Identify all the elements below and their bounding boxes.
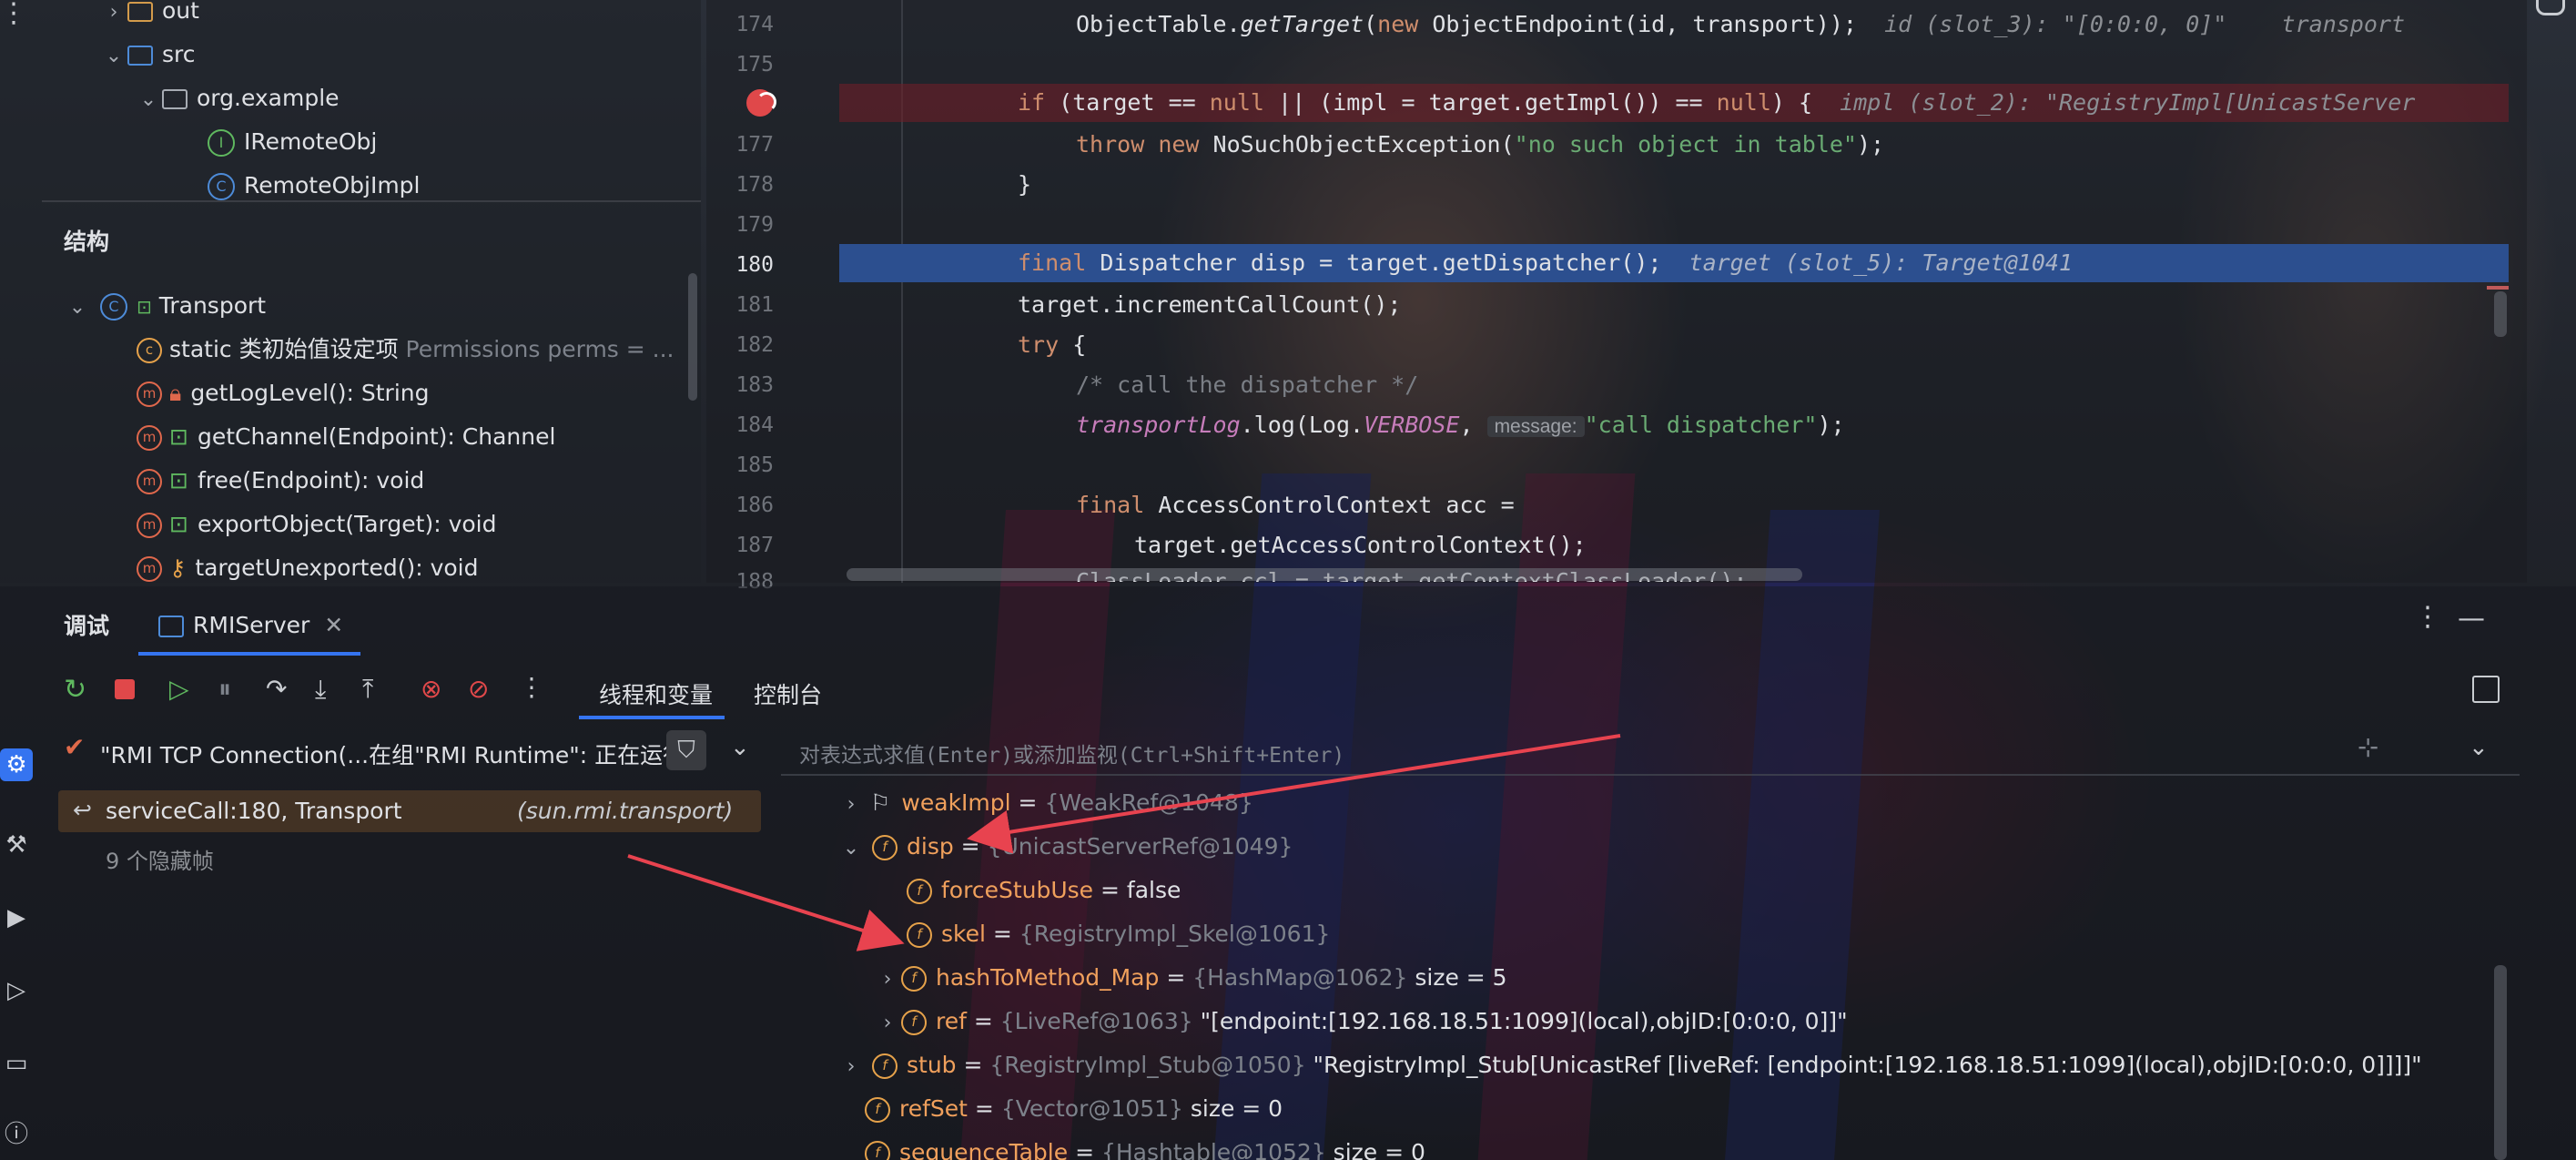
annotation-arrows: [627, 734, 1621, 951]
arrow-to-skel: [627, 854, 905, 951]
arrow-to-disp: [967, 734, 1621, 854]
